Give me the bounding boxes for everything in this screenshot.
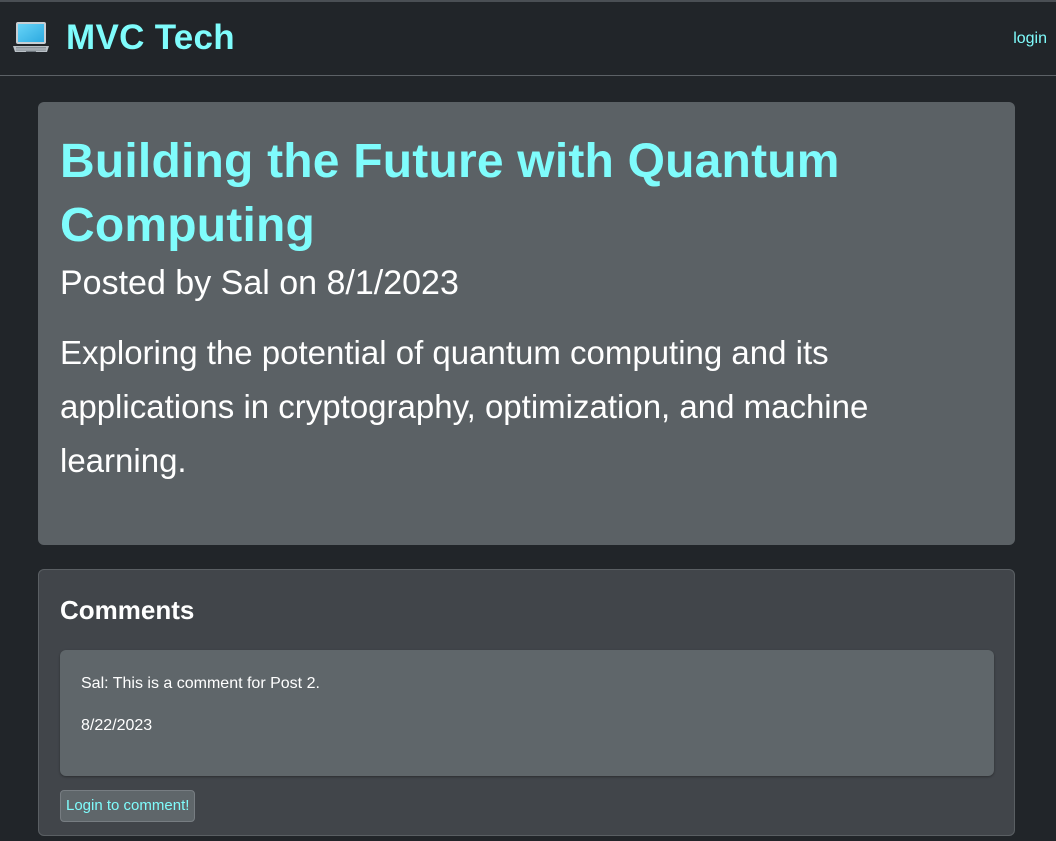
comment-item: Sal: This is a comment for Post 2. 8/22/… <box>60 650 994 776</box>
login-to-comment-button[interactable]: Login to comment! <box>60 790 196 822</box>
post-card: Building the Future with Quantum Computi… <box>38 102 1015 545</box>
navbar: MVC Tech login <box>0 0 1056 76</box>
brand-title: MVC Tech <box>66 18 235 57</box>
post-body: Exploring the potential of quantum compu… <box>60 334 869 479</box>
post-meta: Posted by Sal on 8/1/2023 <box>60 264 459 302</box>
login-link[interactable]: login <box>1013 30 1047 48</box>
post-title: Building the Future with Quantum Computi… <box>60 135 840 252</box>
comments-section: Comments Sal: This is a comment for Post… <box>38 569 1015 836</box>
brand-link[interactable]: MVC Tech <box>12 16 235 60</box>
laptop-icon <box>13 22 49 52</box>
comments-heading: Comments <box>60 595 195 625</box>
comment-text: Sal: This is a comment for Post 2. <box>81 675 320 692</box>
comment-date: 8/22/2023 <box>81 717 153 734</box>
